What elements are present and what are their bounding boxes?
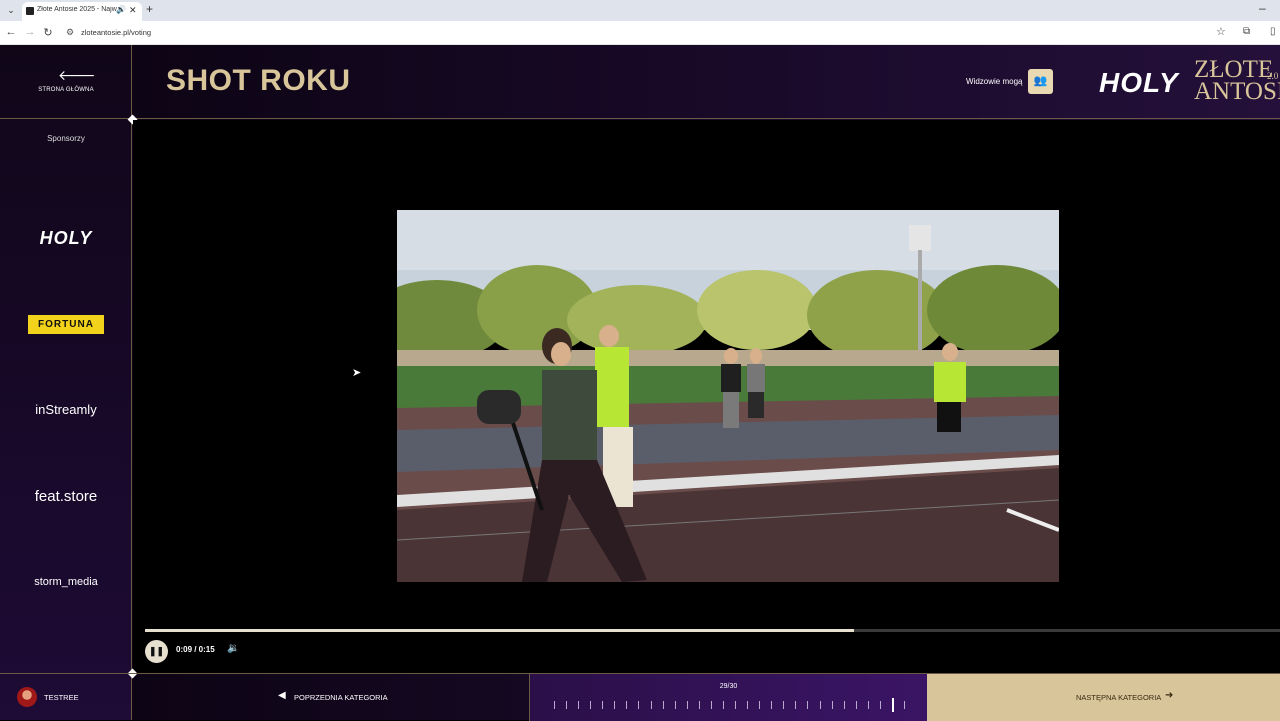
tab-title: Złote Antosie 2025 - Najwi [37,6,117,13]
category-counter: 29/30 [719,683,738,690]
category-tick [674,701,676,709]
new-tab-icon[interactable]: + [146,2,153,16]
site-info-icon[interactable]: ⚙ [66,27,74,38]
progress-fill [145,629,855,632]
brand-antosie-text: ANTOSI [1194,78,1280,105]
browser-tabbar: ⌄ Złote Antosie 2025 - Najwi 🔊 ✕ + – [0,0,1280,21]
category-tick [867,701,869,709]
arrow-right-icon: ➜ [1165,690,1174,701]
category-tick [566,701,568,709]
viewers-label: Widzowie mogą [966,77,1023,86]
progress-bar[interactable] [145,629,1280,632]
pause-icon[interactable]: ❚❚ [145,640,168,663]
category-tick [650,701,652,709]
header: SHOT ROKU Widzowie mogą 👥 HOLY ZŁOTE ANT… [133,45,1280,119]
category-tick [879,701,881,709]
category-tick [735,701,737,709]
brand-year: 2.0 [1267,71,1279,81]
back-icon[interactable]: ← [4,26,18,38]
category-tick [843,701,845,709]
category-tick-current [891,698,894,712]
footer-nav: TESTREE ◀ POPRZEDNIA KATEGORIA 29/30 NAS… [0,673,1280,721]
category-tick [614,701,616,709]
category-tick [831,701,833,709]
next-category-label: NASTĘPNA KATEGORIA [1076,693,1162,702]
video-frame[interactable] [397,210,1059,582]
category-tick [710,701,712,709]
sponsor-logo-instreamly[interactable]: inStreamly [0,402,132,417]
brand-zlote-antosie-logo: ZŁOTE ANTOSI [1194,57,1280,105]
sponsors-heading: Sponsorzy [47,134,85,143]
category-tick [626,701,628,709]
category-tick [904,701,905,709]
category-tick [819,701,821,709]
category-tick [855,701,857,709]
side-panel-icon[interactable]: ▯ [1270,26,1276,37]
time-display: 0:09 / 0:15 [176,645,215,654]
sponsor-logo-holy[interactable]: HOLY [0,228,132,249]
next-category-button[interactable]: NASTĘPNA KATEGORIA ➜ [927,674,1280,721]
category-tick [722,701,724,709]
category-tick [698,701,700,709]
voting-app: 🡐 STRONA GŁÓWNA Sponsorzy HOLY FORTUNA i… [0,45,1280,721]
video-player[interactable]: ➤ ❚❚ 0:09 / 0:15 🔉 [133,120,1280,673]
home-link[interactable]: 🡐 STRONA GŁÓWNA [0,45,132,119]
category-tick [686,701,688,709]
sponsor-logo-fortuna[interactable]: FORTUNA [28,315,104,334]
username: TESTREE [44,693,79,702]
category-tick [590,701,592,709]
sponsor-logo-stormmedia[interactable]: storm_media [0,576,132,588]
category-tick [747,701,749,709]
prev-category-label: POPRZEDNIA KATEGORIA [294,693,388,702]
mouse-cursor: ➤ [352,367,362,379]
audio-icon[interactable]: 🔊 [116,5,126,14]
home-label: STRONA GŁÓWNA [38,87,94,93]
brand-holy-logo: HOLY [1099,67,1179,98]
browser-tab[interactable]: Złote Antosie 2025 - Najwi 🔊 ✕ [22,2,142,21]
category-tick [795,701,797,709]
arrow-left-icon: 🡐 [58,67,96,83]
extensions-icon[interactable]: ⧉ [1243,26,1250,37]
minimize-icon[interactable]: – [1259,1,1266,15]
page-title: SHOT ROKU [166,64,351,97]
category-tick [578,701,580,709]
address-bar: ← → ↻ ⚙ zloteantosie.pl/voting ☆ ⧉ ▯ [0,21,1280,45]
category-tick [771,701,773,709]
user-profile[interactable]: TESTREE [0,674,132,721]
category-tick [554,701,555,709]
reload-icon[interactable]: ↻ [41,26,55,39]
bookmark-star-icon[interactable]: ☆ [1216,25,1226,38]
forward-icon[interactable]: → [23,26,37,38]
close-tab-icon[interactable]: ✕ [129,5,137,16]
tab-list-icon[interactable]: ⌄ [4,3,18,17]
sponsor-logo-featstore[interactable]: feat.store [0,488,132,505]
prev-category-button[interactable]: ◀ POPRZEDNIA KATEGORIA [133,674,530,721]
sidebar: 🡐 STRONA GŁÓWNA Sponsorzy HOLY FORTUNA i… [0,45,132,720]
category-ticks [554,698,905,712]
volume-icon[interactable]: 🔉 [227,643,239,654]
category-progress: 29/30 [530,674,927,721]
category-tick [807,701,809,709]
video-image [397,210,1059,582]
category-tick [638,701,640,709]
category-tick [602,701,604,709]
users-icon[interactable]: 👥 [1028,69,1053,94]
category-tick [759,701,761,709]
avatar [17,687,37,707]
category-tick [662,701,664,709]
category-tick [783,701,785,709]
arrow-left-icon: ◀ [278,690,286,701]
favicon-icon [26,7,34,15]
url-field[interactable]: zloteantosie.pl/voting [81,28,151,37]
